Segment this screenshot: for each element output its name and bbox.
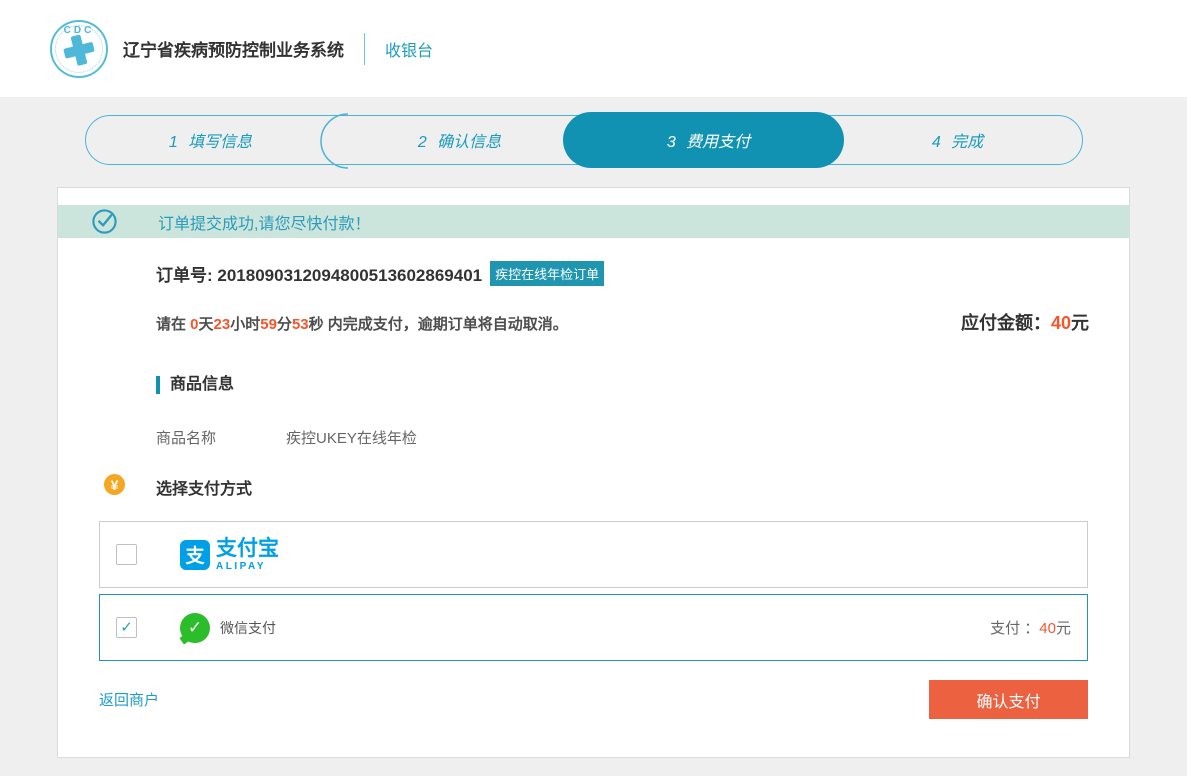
amount-value: 40 (1051, 313, 1071, 333)
page-title-cashier: 收银台 (385, 37, 433, 61)
countdown-hours: 23 (214, 316, 231, 333)
step-progress-bar: 1 填写信息 2 确认信息 3 费用支付 4 完成 (85, 115, 1083, 165)
countdown-days: 0 (190, 316, 198, 333)
order-number-value: 2018090312094800513602869401 (217, 266, 482, 285)
payment-method-header: ¥ 选择支付方式 (58, 475, 1129, 499)
alipay-checkbox[interactable]: ✓ (116, 544, 137, 565)
order-success-notice: 订单提交成功,请您尽快付款！ (58, 205, 1129, 238)
product-name-label: 商品名称 (156, 427, 286, 448)
payable-amount: 应付金额：40元 (961, 309, 1089, 335)
order-number-label: 订单号: (156, 266, 217, 285)
countdown-minutes: 59 (260, 316, 277, 333)
countdown-hours-unit: 小时 (230, 316, 260, 333)
header-divider (364, 33, 365, 65)
product-name-value: 疾控UKEY在线年检 (286, 430, 417, 447)
countdown-minutes-unit: 分 (277, 316, 292, 333)
wechat-brand-label: 微信支付 (220, 618, 276, 638)
wechat-pay-unit: 元 (1056, 620, 1071, 637)
amount-unit: 元 (1071, 313, 1089, 333)
back-to-merchant-link[interactable]: 返回商户 (99, 689, 159, 710)
order-payment-panel: 订单提交成功,请您尽快付款！ 订单号: 20180903120948005136… (57, 187, 1130, 758)
countdown-seconds: 53 (292, 316, 309, 333)
step-3-payment: 3 费用支付 (584, 116, 833, 164)
alipay-icon: 支 (180, 540, 210, 570)
step-1-fill-info: 1 填写信息 (86, 116, 335, 164)
wechat-check-glyph: ✓ (188, 618, 202, 638)
countdown-days-unit: 天 (199, 316, 214, 333)
payment-options: ✓ 支 支付宝 ALIPAY ✓ ✓ 微信支付 支付 ：40元 (58, 521, 1129, 661)
payment-option-alipay[interactable]: ✓ 支 支付宝 ALIPAY (99, 521, 1088, 588)
wechat-pay-amount: 支付 ：40元 (990, 617, 1071, 638)
step-4-done: 4 完成 (833, 116, 1082, 164)
success-check-icon (91, 208, 118, 235)
alipay-brand-en: ALIPAY (216, 561, 279, 572)
product-info-title: 商品信息 (156, 376, 1089, 394)
yen-icon: ¥ (104, 474, 125, 495)
wechat-pay-label: 支付 ： (990, 620, 1039, 637)
check-mark-icon: ✓ (120, 620, 133, 635)
order-section: 订单号: 2018090312094800513602869401 疾控在线年检订… (58, 261, 1129, 448)
countdown-text: 请在 0天23小时59分53秒 内完成支付，逾期订单将自动取消。 (156, 313, 568, 334)
countdown-suffix: 内完成支付，逾期订单将自动取消。 (324, 316, 568, 333)
payment-method-title: 选择支付方式 (156, 481, 252, 498)
order-type-tag: 疾控在线年检订单 (490, 261, 604, 286)
notice-text: 订单提交成功,请您尽快付款！ (158, 210, 370, 234)
wechat-pay-value: 40 (1039, 620, 1056, 637)
product-name-row: 商品名称疾控UKEY在线年检 (156, 427, 1089, 448)
alipay-logo: 支 支付宝 ALIPAY (180, 538, 279, 572)
countdown-row: 请在 0天23小时59分53秒 内完成支付，逾期订单将自动取消。 应付金额：40… (156, 309, 1089, 335)
wechat-pay-icon: ✓ (180, 613, 210, 643)
wechat-checkbox[interactable]: ✓ (116, 617, 137, 638)
cdc-logo-icon: CDC (50, 20, 108, 78)
countdown-prefix: 请在 (156, 316, 190, 333)
alipay-brand-cn: 支付宝 (216, 538, 279, 559)
app-title: 辽宁省疾病预防控制业务系统 (123, 36, 344, 61)
amount-label: 应付金额： (961, 313, 1051, 333)
header: CDC 辽宁省疾病预防控制业务系统 收银台 (0, 0, 1187, 97)
order-number-row: 订单号: 2018090312094800513602869401 疾控在线年检订… (156, 261, 1089, 286)
alipay-wordmark: 支付宝 ALIPAY (216, 538, 279, 572)
step-2-confirm-info: 2 确认信息 (335, 116, 584, 164)
confirm-pay-button[interactable]: 确认支付 (929, 680, 1088, 719)
panel-footer: 返回商户 确认支付 (58, 680, 1129, 719)
payment-option-wechat[interactable]: ✓ ✓ 微信支付 支付 ：40元 (99, 594, 1088, 661)
countdown-seconds-unit: 秒 (309, 316, 324, 333)
